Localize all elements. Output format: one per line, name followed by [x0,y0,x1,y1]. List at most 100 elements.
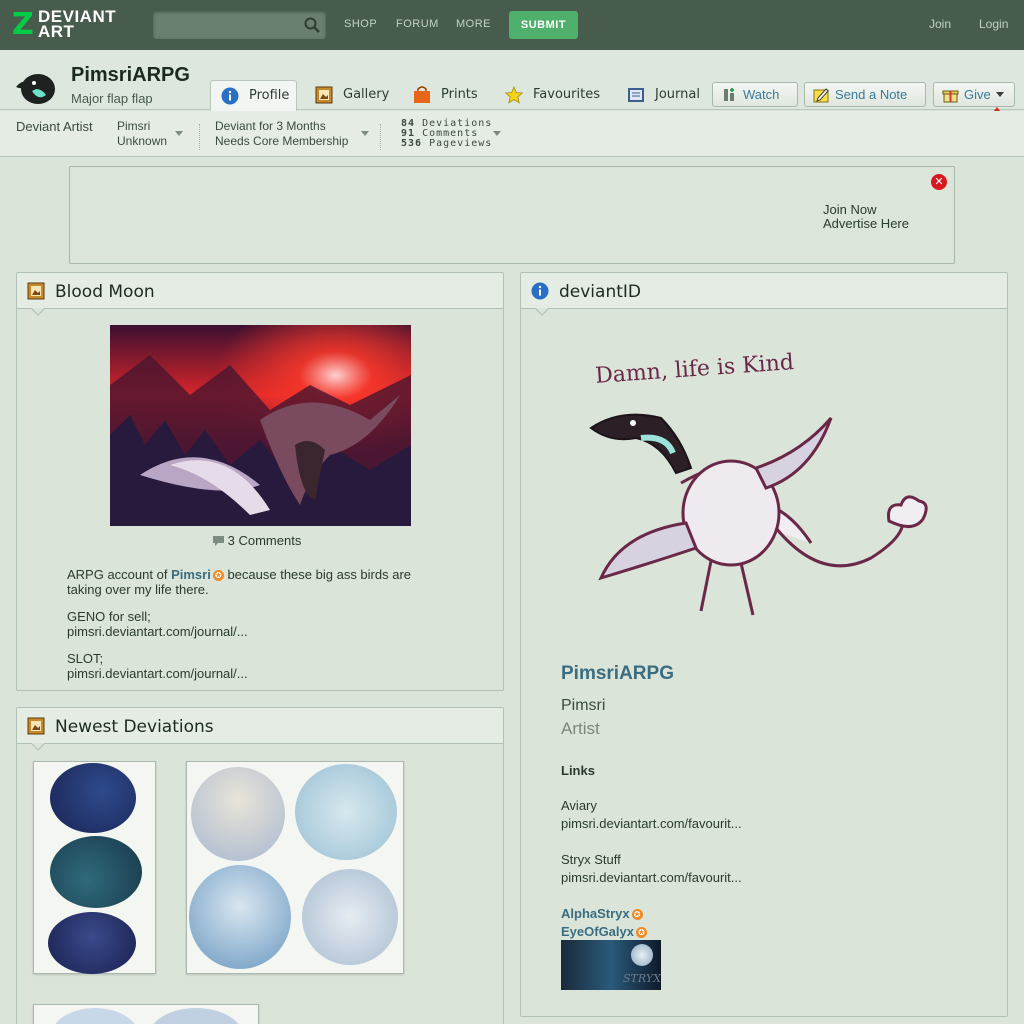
chevron-down-icon [996,92,1005,97]
ad-join-now[interactable]: Join Now [823,202,876,217]
panel-title: Blood Moon [55,282,155,302]
watch-button[interactable]: Watch [712,82,798,107]
send-note-label: Send a Note [835,87,908,102]
premium-star-icon: ✪ [631,909,643,921]
stats-dropdown-icon[interactable] [493,131,501,136]
login-link[interactable]: Login [979,17,1008,31]
close-icon[interactable]: ✕ [931,174,947,190]
deviantid-username[interactable]: PimsriARPG [561,663,674,685]
watch-icon [724,88,734,101]
links-heading: Links [561,763,595,778]
top-bar: Z DEVIANT ART SHOP FORUM MORE SUBMIT Joi… [0,0,1024,50]
gift-icon [942,90,959,103]
nav-forum[interactable]: FORUM [396,18,439,30]
nav-shop[interactable]: SHOP [344,18,377,30]
slot-label: SLOT; [67,651,104,666]
tab-gallery[interactable]: Gallery [305,80,389,111]
search-input[interactable] [153,11,326,39]
profile-username: PimsriARPG [71,64,190,86]
thumbnail-image [302,869,398,965]
nav-more[interactable]: MORE [456,18,491,30]
description-text: taking over my life there. [67,582,209,597]
featured-artwork[interactable] [110,325,411,526]
header-notch [535,308,549,316]
profile-stats-bar: Deviant Artist Pimsri Unknown Deviant fo… [0,111,1024,157]
deviation-thumbnail[interactable] [33,1004,259,1024]
thumbnail-image [50,836,142,908]
deviantart-logo-icon: Z [12,7,34,42]
shopping-bag-icon [414,86,430,103]
geno-label: GENO for sell; [67,609,151,624]
membership-dropdown-icon[interactable] [361,131,369,136]
link1-url[interactable]: pimsri.deviantart.com/favourit... [561,816,742,831]
deviantid-realname: Pimsri [561,697,606,714]
deviation-thumbnail[interactable] [33,761,156,974]
deviantid-panel: deviantID Damn, life is Kind PimsriARPG … [520,272,1008,1017]
advertisement-box: ✕ Join Now Advertise Here [69,166,955,264]
submit-button[interactable]: SUBMIT [509,11,578,39]
artist-link[interactable]: Pimsri [171,567,211,582]
pageviews-stat: 536 Pageviews [401,139,492,149]
journal-icon [628,88,644,102]
member-type: Deviant Artist [16,119,93,134]
tab-journal-label: Journal [655,87,700,102]
thumbnail-image [191,767,285,861]
header-notch [31,308,45,316]
link2-label: Stryx Stuff [561,852,621,867]
friend-link-alphastryx[interactable]: AlphaStryx [561,906,630,921]
link1-label: Aviary [561,798,597,813]
tab-journal[interactable]: Journal [617,80,700,111]
featured-comments[interactable]: 3 Comments [213,533,301,548]
send-note-button[interactable]: Send a Note [804,82,926,107]
friend-item: AlphaStryx ✪ [561,906,643,921]
profile-header: PimsriARPG Major flap flap Profile Galle… [0,50,1024,123]
real-name: Pimsri [117,119,151,133]
featured-deviation-panel: Blood Moon 3 Comments ARPG account of Pi… [16,272,504,691]
divider [380,124,381,150]
membership-duration: Deviant for 3 Months [215,119,326,133]
location: Unknown [117,134,168,148]
info-icon [531,282,549,300]
tab-prints-label: Prints [441,87,478,102]
star-icon [505,86,523,104]
deviantid-role: Artist [561,719,600,738]
pageviews-label: Pageviews [429,138,493,149]
deviation-thumbnail[interactable] [186,761,404,974]
comment-icon [213,536,224,546]
user-info-dropdown-icon[interactable] [175,131,183,136]
slot-link[interactable]: pimsri.deviantart.com/journal/... [67,666,248,681]
thumbnail-image [48,912,136,974]
join-link[interactable]: Join [929,17,951,31]
tab-profile[interactable]: Profile [210,80,297,111]
note-icon [813,88,829,103]
geno-link[interactable]: pimsri.deviantart.com/journal/... [67,624,248,639]
featured-description: ARPG account of Pimsri ✪ because these bi… [67,567,457,597]
panel-title: Newest Deviations [55,717,214,737]
panel-header: Blood Moon [17,273,503,309]
stryx-banner[interactable]: STRYX [561,940,661,990]
description-text: ARPG account of [67,567,168,582]
friend-link-eyeofgalyx[interactable]: EyeOfGalyx [561,924,634,939]
tab-favourites-label: Favourites [533,87,600,102]
link2-url[interactable]: pimsri.deviantart.com/favourit... [561,870,742,885]
tab-favourites[interactable]: Favourites [495,80,600,111]
banner-moon [631,944,653,966]
tab-prints[interactable]: Prints [403,80,478,111]
avatar[interactable] [12,65,58,107]
logo-text-line2: ART [38,22,75,41]
thumbnail-image [50,1008,140,1024]
ad-advertise-here[interactable]: Advertise Here [823,216,909,231]
panel-header: deviantID [521,273,1007,309]
pageviews-count: 536 [401,138,423,149]
id-drawing[interactable]: Damn, life is Kind [581,343,941,633]
search-icon[interactable] [304,17,320,33]
deviantart-logo[interactable]: Z DEVIANT ART [12,8,132,42]
header-notch [31,743,45,751]
premium-star-icon: ✪ [212,570,224,582]
gallery-icon [27,282,45,300]
friend-item: EyeOfGalyx ✪ [561,924,647,939]
give-button-label: Give [964,87,991,102]
newest-deviations-panel: Newest Deviations [16,707,504,1024]
banner-text: STRYX [623,972,661,985]
give-button[interactable]: Give [933,82,1015,107]
